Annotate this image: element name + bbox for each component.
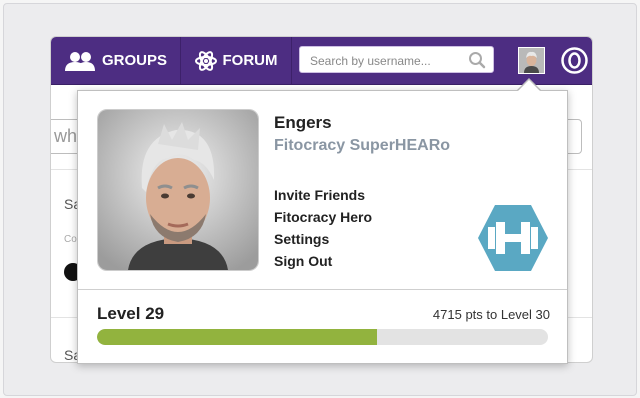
profile-title: Fitocracy SuperHEARo — [274, 137, 451, 154]
search-input[interactable] — [308, 51, 467, 71]
nav-groups-label: GROUPS — [101, 52, 167, 69]
user-avatar-button[interactable] — [518, 47, 545, 74]
dropdown-divider — [78, 289, 567, 290]
level-label: Level 29 — [97, 304, 165, 323]
nav-groups[interactable]: GROUPS — [51, 37, 181, 84]
dropdown-caret-inner — [518, 80, 540, 91]
search-box — [299, 46, 494, 73]
menu-sign-out[interactable]: Sign Out — [274, 253, 332, 269]
nav-forum-label: FORUM — [222, 52, 278, 69]
top-navigation: GROUPS FORUM — [51, 37, 592, 85]
level-progress-fill — [97, 329, 377, 345]
dumbbell-hexagon-icon[interactable] — [477, 203, 549, 273]
nav-forum[interactable]: FORUM — [181, 37, 292, 84]
avatar-image — [519, 48, 544, 73]
menu-settings[interactable]: Settings — [274, 231, 329, 247]
atom-icon — [194, 50, 217, 71]
menu-invite-friends[interactable]: Invite Friends — [274, 187, 365, 203]
background-input-text: wh — [54, 126, 78, 146]
menu-fitocracy-hero[interactable]: Fitocracy Hero — [274, 209, 372, 225]
profile-dropdown: Engers Fitocracy SuperHEARo Invite Frien… — [77, 90, 568, 364]
profile-username: Engers — [274, 113, 332, 132]
search-icon[interactable] — [468, 51, 486, 69]
profile-photo-image — [98, 110, 258, 270]
level-progress-bar — [97, 329, 548, 345]
fitocracy-logo[interactable] — [561, 47, 588, 74]
background-feed-meta: Co — [64, 234, 77, 245]
level-points: 4715 pts to Level 30 — [432, 307, 550, 322]
profile-photo[interactable] — [97, 109, 259, 271]
groups-icon — [64, 51, 95, 71]
